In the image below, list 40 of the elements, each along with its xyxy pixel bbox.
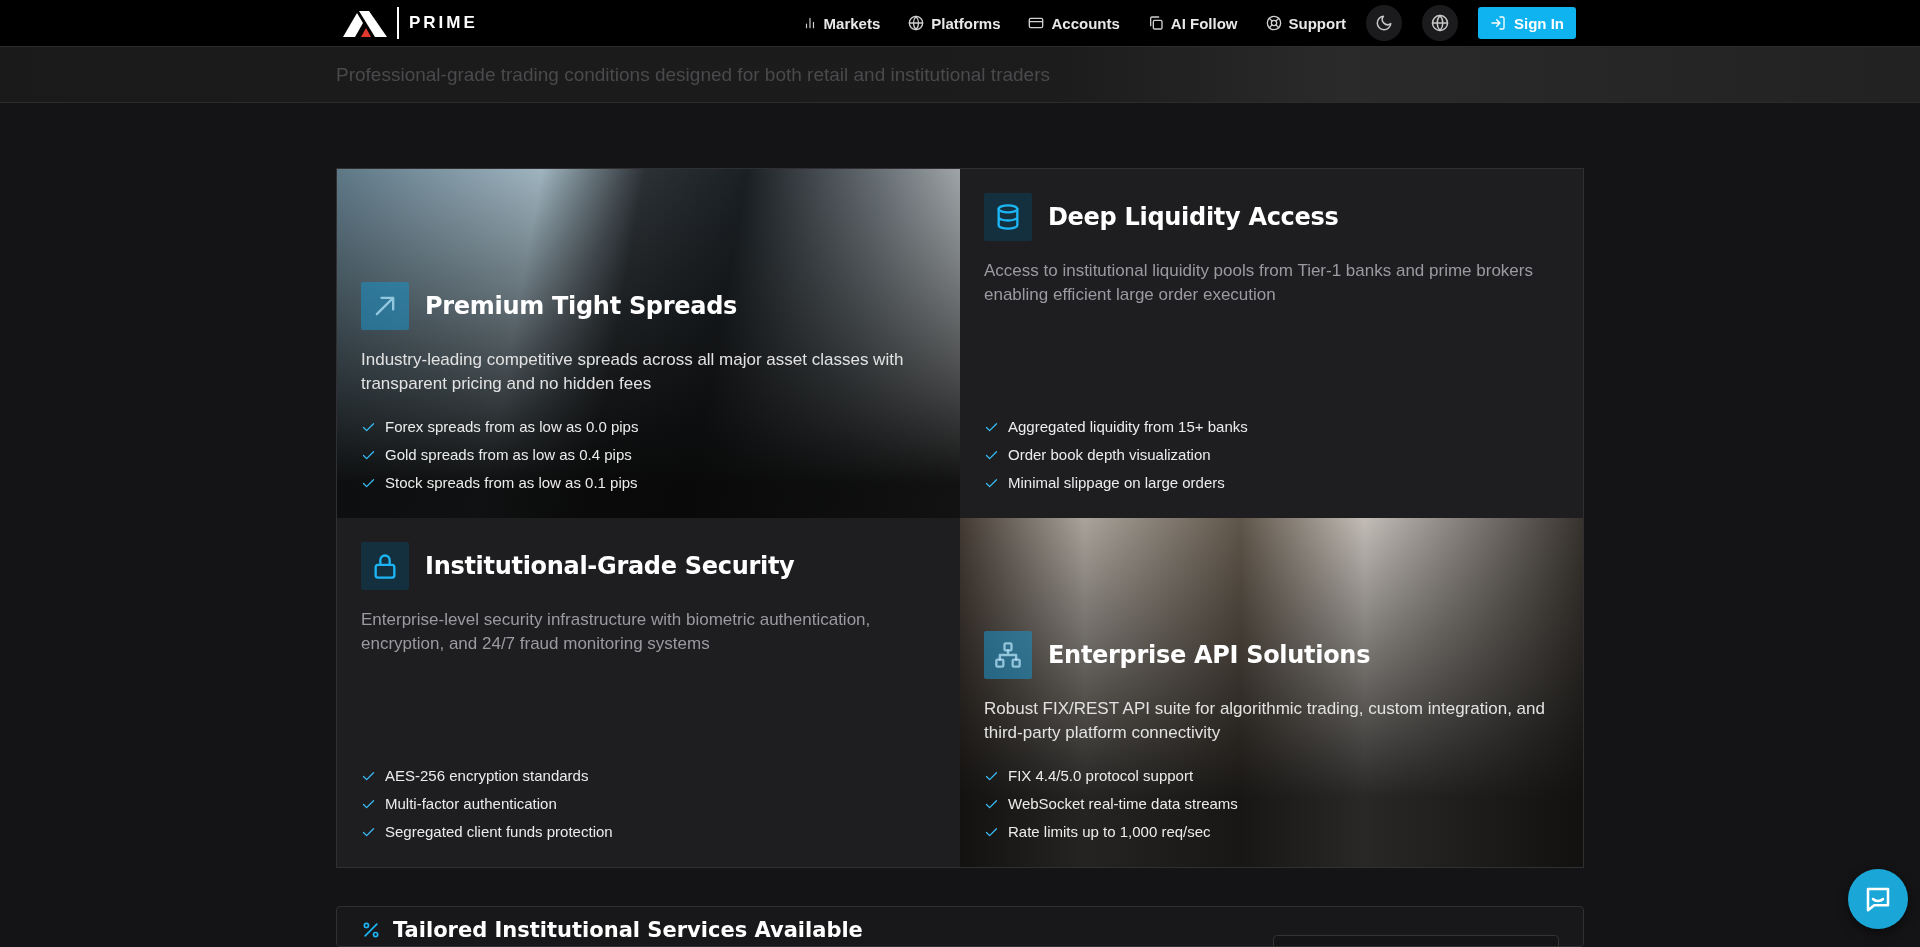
nav-link[interactable]: Markets xyxy=(802,14,881,32)
feature-point: Stock spreads from as low as 0.1 pips xyxy=(385,473,638,493)
feature-title: Institutional-Grade Security xyxy=(425,552,795,580)
feature-description: Access to institutional liquidity pools from Tier-1 banks and prime brokers enabling efficient large order execution xyxy=(984,260,1534,306)
feature-title: Enterprise API Solutions xyxy=(1048,641,1371,669)
percent-icon xyxy=(361,920,381,940)
feature-point: Gold spreads from as low as 0.4 pips xyxy=(385,445,632,465)
language-button[interactable] xyxy=(1422,5,1458,41)
feature-point: FIX 4.4/5.0 protocol support xyxy=(1008,766,1194,786)
nav-link[interactable]: Support xyxy=(1265,14,1346,32)
chat-button[interactable] xyxy=(1848,869,1908,929)
card-icon xyxy=(1028,15,1045,31)
logo-text: PRIME xyxy=(409,13,478,33)
feature-title: Premium Tight Spreads xyxy=(425,292,738,320)
moon-icon xyxy=(1375,14,1393,32)
theme-toggle[interactable] xyxy=(1366,5,1402,41)
feature-point: Rate limits up to 1,000 req/sec xyxy=(1008,822,1211,842)
logo-icon xyxy=(343,9,387,37)
nav-link[interactable]: AI Follow xyxy=(1147,14,1238,32)
feature-point: Segregated client funds protection xyxy=(385,822,613,842)
feature-point: Minimal slippage on large orders xyxy=(1008,473,1225,493)
feature-point: Forex spreads from as low as 0.0 pips xyxy=(385,417,639,437)
feature-title: Deep Liquidity Access xyxy=(1048,203,1339,231)
lifebuoy-icon xyxy=(1265,15,1282,31)
feature-description: Enterprise-level security infrastructure with biometric authentication, encryption, and 24/7 fraud monitoring systems xyxy=(361,609,872,655)
feature-point: AES-256 encryption standards xyxy=(385,766,589,786)
feature-point: Order book depth visualization xyxy=(1008,445,1211,465)
feature-description: Robust FIX/REST API suite for algorithmic trading, custom integration, and third-party platform connectivity xyxy=(984,698,1546,744)
sign-in-icon xyxy=(1490,15,1506,31)
nav-link[interactable]: Platforms xyxy=(908,14,1001,32)
feature-point: WebSocket real-time data streams xyxy=(1008,794,1238,814)
feature-point: Multi-factor authentication xyxy=(385,794,557,814)
globe-icon xyxy=(1431,14,1449,32)
services-title: Tailored Institutional Services Available xyxy=(393,918,863,942)
feature-description: Industry-leading competitive spreads across all major asset classes with transparent pricing and no hidden fees xyxy=(361,349,905,395)
nav-link[interactable]: Accounts xyxy=(1028,14,1120,32)
globe-icon xyxy=(908,15,925,31)
feature-point: Aggregated liquidity from 15+ banks xyxy=(1008,417,1248,437)
network-icon xyxy=(994,641,1022,669)
copy-icon xyxy=(1147,15,1164,31)
